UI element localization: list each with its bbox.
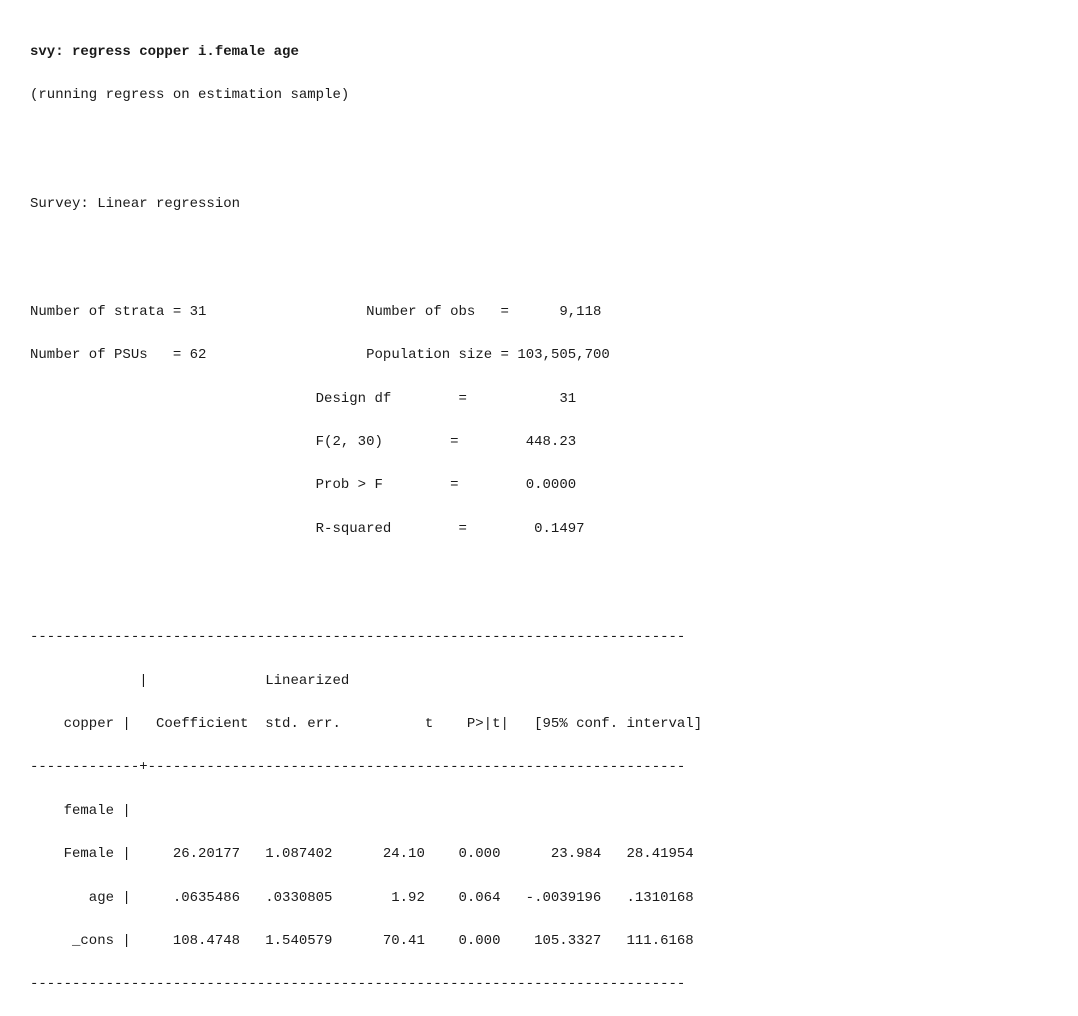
separator-bottom: ----------------------------------------…: [30, 976, 685, 992]
survey-type: Survey: Linear regression: [30, 196, 240, 212]
row-cons: _cons | 108.4748 1.540579 70.41 0.000 10…: [30, 933, 694, 949]
stats-prob: Prob > F = 0.0000: [30, 477, 576, 493]
row-age: age | .0635486 .0330805 1.92 0.064 -.003…: [30, 890, 694, 906]
row-female: Female | 26.20177 1.087402 24.10 0.000 2…: [30, 846, 694, 862]
stats-designdf: Design df = 31: [30, 391, 576, 407]
stats-rsq: R-squared = 0.1497: [30, 521, 585, 537]
separator-header-bottom: -------------+--------------------------…: [30, 759, 685, 775]
stats-f: F(2, 30) = 448.23: [30, 434, 576, 450]
table-header-linearized: | Linearized: [30, 673, 349, 689]
command-line2: (running regress on estimation sample): [30, 87, 349, 103]
stats-strata: Number of strata = 31 Number of obs = 9,…: [30, 304, 601, 320]
table-header-cols: copper | Coefficient std. err. t P>|t| […: [30, 716, 702, 732]
stats-psus: Number of PSUs = 62 Population size = 10…: [30, 347, 610, 363]
stata-output: svy: regress copper i.female age (runnin…: [30, 20, 1048, 996]
command-line1: svy: regress copper i.female age: [30, 44, 299, 60]
separator-top: ----------------------------------------…: [30, 629, 685, 645]
row-female-header: female |: [30, 803, 131, 819]
